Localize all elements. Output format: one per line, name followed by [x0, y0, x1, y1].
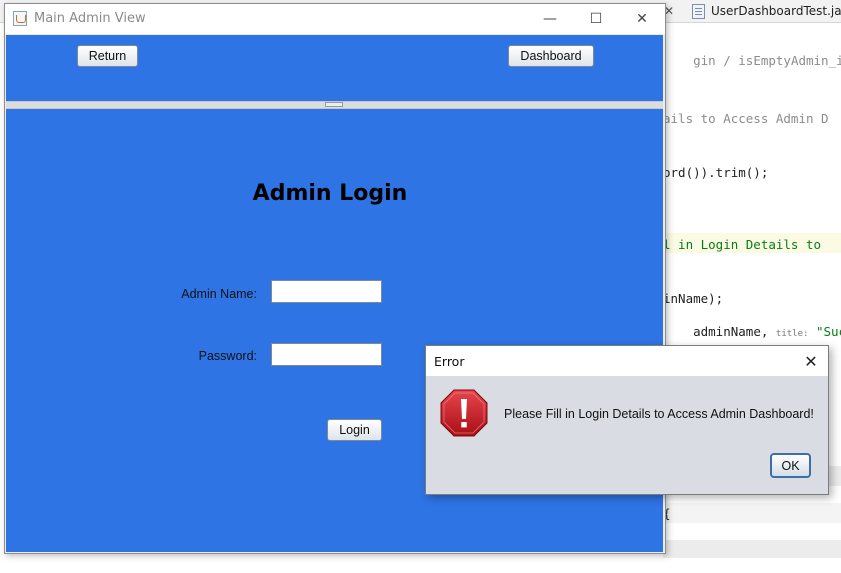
dialog-title: Error: [434, 354, 465, 369]
java-app-icon: [13, 11, 27, 26]
error-octagon-icon: [440, 389, 488, 437]
dashboard-button[interactable]: Dashboard: [508, 45, 594, 67]
code-line: gin / isEmptyAdmin_inde: [693, 53, 841, 68]
login-title: Admin Login: [252, 181, 408, 206]
login-button[interactable]: Login: [327, 419, 382, 441]
code-line: ord()).trim();: [663, 165, 769, 180]
admin-name-input[interactable]: [271, 280, 382, 303]
error-dialog: Error ✕ Please Fill in Login Details to …: [425, 345, 829, 495]
code-line: ails to Access Admin D: [663, 111, 829, 126]
maximize-button[interactable]: ☐: [573, 4, 619, 34]
ide-tab-label: UserDashboardTest.java: [711, 4, 841, 18]
window-titlebar[interactable]: Main Admin View — ☐ ✕: [5, 4, 665, 34]
code-band: [663, 503, 841, 523]
java-file-icon: [692, 3, 705, 19]
minimize-button[interactable]: —: [527, 4, 573, 34]
divider-grip-icon[interactable]: [325, 102, 343, 107]
code-line: inName);: [663, 291, 724, 306]
close-button[interactable]: ✕: [619, 4, 665, 34]
top-nav-panel: Return Dashboard: [6, 35, 663, 101]
split-pane-divider[interactable]: [6, 101, 663, 109]
admin-name-label: Admin Name:: [181, 287, 257, 301]
error-message: Please Fill in Login Details to Access A…: [504, 407, 814, 421]
ok-button[interactable]: OK: [770, 453, 811, 478]
return-button[interactable]: Return: [77, 45, 138, 67]
ide-tab-close[interactable]: ✕: [664, 0, 684, 22]
code-band: [663, 540, 841, 558]
window-title: Main Admin View: [34, 11, 146, 26]
password-input[interactable]: [271, 343, 382, 366]
password-label: Password:: [198, 349, 257, 363]
dialog-close-button[interactable]: ✕: [794, 346, 828, 376]
dialog-titlebar[interactable]: Error ✕: [426, 346, 828, 376]
code-line: l in Login Details to: [663, 237, 829, 252]
ide-tab-userdashboardtest[interactable]: UserDashboardTest.java: [692, 0, 841, 22]
